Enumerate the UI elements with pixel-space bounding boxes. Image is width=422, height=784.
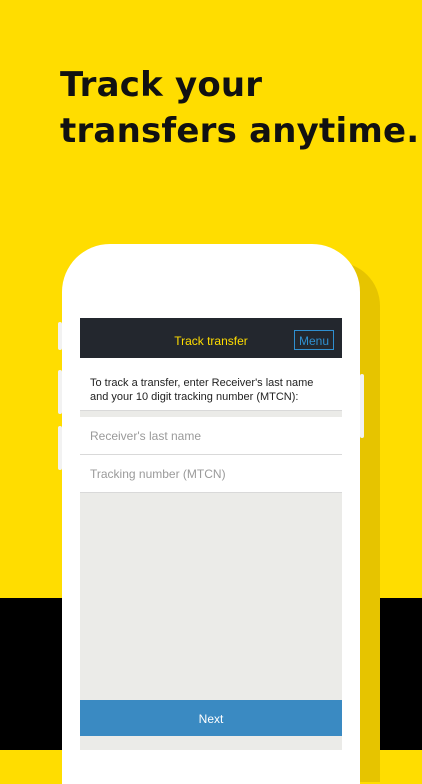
navigation-bar: Track transfer Menu xyxy=(80,318,342,358)
divider xyxy=(80,492,342,493)
divider xyxy=(80,410,342,411)
phone-mute-switch xyxy=(58,322,62,350)
phone-power-button xyxy=(360,374,364,438)
app-screen: Track transfer Menu To track a transfer,… xyxy=(80,318,342,750)
promo-headline: Track your transfers anytime. xyxy=(60,62,420,154)
phone-volume-up-button xyxy=(58,370,62,414)
headline-line-1: Track your xyxy=(60,65,263,105)
receiver-last-name-input[interactable] xyxy=(80,417,342,454)
menu-button[interactable]: Menu xyxy=(293,330,334,350)
tracking-number-input[interactable] xyxy=(80,455,342,492)
headline-line-2: transfers anytime. xyxy=(60,111,420,151)
next-button[interactable]: Next xyxy=(80,700,342,736)
instructions-text: To track a transfer, enter Receiver's la… xyxy=(80,358,342,410)
phone-volume-down-button xyxy=(58,426,62,470)
